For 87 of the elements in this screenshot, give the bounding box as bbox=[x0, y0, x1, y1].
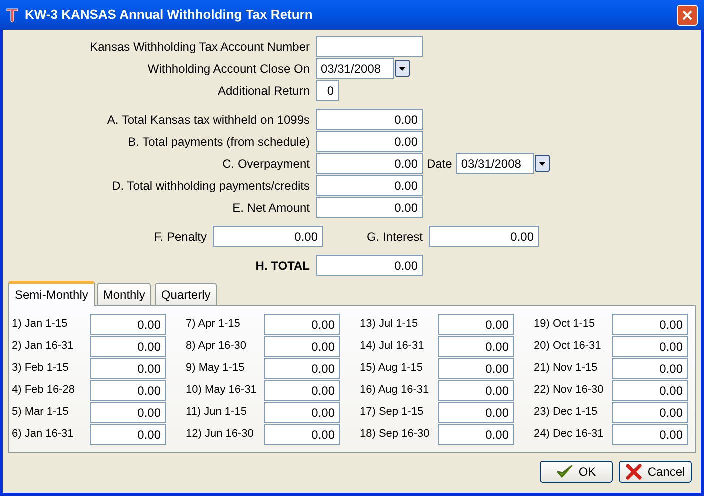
account-number-field[interactable] bbox=[316, 36, 423, 57]
period-label: 23) Dec 1-15 bbox=[534, 405, 599, 420]
amount-field[interactable]: 0.00 bbox=[438, 314, 514, 335]
tab[interactable]: Semi-Monthly bbox=[8, 281, 96, 306]
dropdown-button[interactable] bbox=[395, 60, 410, 77]
close-button[interactable] bbox=[677, 4, 698, 26]
amount-field[interactable]: 0.00 bbox=[264, 336, 340, 357]
period-label: 7) Apr 1-15 bbox=[186, 317, 242, 332]
cross-icon bbox=[626, 464, 642, 480]
field-label: E. Net Amount bbox=[232, 200, 311, 216]
amount-field[interactable]: 0.00 bbox=[90, 358, 166, 379]
app-logo-icon bbox=[6, 7, 19, 23]
cancel-button[interactable]: Cancel bbox=[619, 461, 692, 483]
amount-field[interactable]: 0.00 bbox=[612, 380, 688, 401]
amount-field[interactable]: 0.00 bbox=[438, 380, 514, 401]
amount-field[interactable]: 0.00 bbox=[90, 402, 166, 423]
amount-field[interactable]: 0.00 bbox=[264, 402, 340, 423]
amount-field[interactable]: 0.00 bbox=[264, 380, 340, 401]
amount-field[interactable]: 0.00 bbox=[316, 109, 423, 130]
period-label: 5) Mar 1-15 bbox=[12, 405, 70, 420]
amount-field[interactable]: 0.00 bbox=[90, 314, 166, 335]
period-label: 4) Feb 16-28 bbox=[12, 383, 76, 398]
period-label: 1) Jan 1-15 bbox=[12, 317, 69, 332]
amount-field[interactable]: 0.00 bbox=[316, 175, 423, 196]
amount-field[interactable]: 0.00 bbox=[316, 153, 423, 174]
amount-field[interactable]: 0.00 bbox=[90, 380, 166, 401]
period-label: 20) Oct 16-31 bbox=[534, 339, 602, 354]
field-label: F. Penalty bbox=[153, 228, 208, 246]
period-label: 14) Jul 16-31 bbox=[360, 339, 426, 354]
amount-field[interactable]: 0.00 bbox=[438, 402, 514, 423]
period-label: 8) Apr 16-30 bbox=[186, 339, 248, 354]
period-label: 21) Nov 1-15 bbox=[534, 361, 599, 376]
period-label: 12) Jun 16-30 bbox=[186, 427, 255, 442]
field-label: H. TOTAL bbox=[254, 258, 311, 274]
period-label: 19) Oct 1-15 bbox=[534, 317, 596, 332]
period-label: 9) May 1-15 bbox=[186, 361, 246, 376]
field-label: G. Interest bbox=[366, 228, 424, 246]
amount-field[interactable]: 0.00 bbox=[264, 424, 340, 445]
date-label: Date bbox=[426, 156, 454, 172]
period-label: 11) Jun 1-15 bbox=[186, 405, 248, 420]
window-title: KW-3 KANSAS Annual Withholding Tax Return bbox=[25, 6, 314, 24]
period-label: 6) Jan 16-31 bbox=[12, 427, 75, 442]
amount-field[interactable]: 0.00 bbox=[612, 314, 688, 335]
dropdown-button[interactable] bbox=[535, 155, 550, 172]
period-label: 13) Jul 1-15 bbox=[360, 317, 420, 332]
period-label: 16) Aug 16-31 bbox=[360, 383, 430, 398]
period-label: 17) Sep 1-15 bbox=[360, 405, 425, 420]
period-label: 15) Aug 1-15 bbox=[360, 361, 424, 376]
amount-field[interactable]: 0.00 bbox=[438, 424, 514, 445]
amount-field[interactable]: 0.00 bbox=[438, 358, 514, 379]
close-icon bbox=[682, 10, 693, 20]
period-label: 3) Feb 1-15 bbox=[12, 361, 70, 376]
caret-icon bbox=[399, 66, 406, 70]
additional-return-field[interactable]: 0 bbox=[316, 80, 339, 101]
amount-field[interactable]: 0.00 bbox=[213, 226, 323, 247]
tab[interactable]: Quarterly bbox=[155, 283, 217, 305]
amount-field[interactable]: 0.00 bbox=[90, 424, 166, 445]
date-field[interactable]: 03/31/2008 bbox=[456, 153, 534, 174]
period-label: 10) May 16-31 bbox=[186, 383, 258, 398]
amount-field[interactable]: 0.00 bbox=[316, 131, 423, 152]
tab[interactable]: Monthly bbox=[97, 283, 152, 305]
field-label: A. Total Kansas tax withheld on 1099s bbox=[106, 112, 311, 128]
check-icon bbox=[556, 465, 573, 479]
amount-field[interactable]: 0.00 bbox=[612, 424, 688, 445]
amount-field[interactable]: 0.00 bbox=[264, 314, 340, 335]
period-label: 22) Nov 16-30 bbox=[534, 383, 605, 398]
amount-field[interactable]: 0.00 bbox=[612, 358, 688, 379]
amount-field[interactable]: 0.00 bbox=[612, 402, 688, 423]
date-field[interactable]: 03/31/2008 bbox=[316, 58, 394, 79]
amount-field[interactable]: 0.00 bbox=[438, 336, 514, 357]
amount-field[interactable]: 0.00 bbox=[90, 336, 166, 357]
field-label: B. Total payments (from schedule) bbox=[127, 134, 311, 150]
period-label: 18) Sep 16-30 bbox=[360, 427, 431, 442]
amount-field[interactable]: 0.00 bbox=[316, 197, 423, 218]
period-label: 24) Dec 16-31 bbox=[534, 427, 605, 442]
field-label: C. Overpayment bbox=[222, 156, 311, 172]
ok-button[interactable]: OK bbox=[540, 461, 613, 483]
field-label: D. Total withholding payments/credits bbox=[111, 178, 311, 194]
amount-field[interactable]: 0.00 bbox=[612, 336, 688, 357]
caret-icon bbox=[539, 162, 546, 166]
amount-field[interactable]: 0.00 bbox=[264, 358, 340, 379]
field-label: Withholding Account Close On bbox=[146, 60, 311, 78]
field-label: Additional Return bbox=[216, 82, 311, 100]
period-label: 2) Jan 16-31 bbox=[12, 339, 75, 354]
amount-field[interactable]: 0.00 bbox=[316, 255, 423, 276]
amount-field[interactable]: 0.00 bbox=[429, 226, 539, 247]
field-label: Kansas Withholding Tax Account Number bbox=[89, 38, 311, 56]
